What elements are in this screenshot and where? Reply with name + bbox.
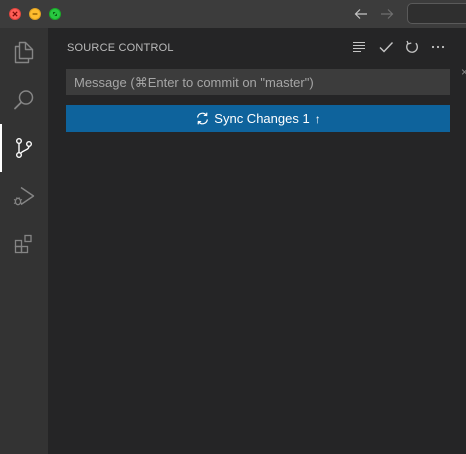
close-icon (12, 11, 18, 17)
activity-explorer[interactable] (0, 28, 48, 76)
panel-title: SOURCE CONTROL (67, 42, 174, 54)
view-as-tree-icon (353, 41, 365, 53)
window-maximize-button[interactable] (49, 8, 61, 20)
refresh-icon (406, 40, 418, 53)
arrow-right-icon (381, 9, 394, 19)
extensions-icon (14, 234, 32, 254)
close-icon[interactable]: × (461, 66, 466, 78)
fullscreen-icon (53, 12, 57, 16)
activity-extensions[interactable] (0, 220, 48, 268)
files-icon (14, 41, 34, 64)
run-debug-icon (13, 186, 35, 206)
sync-changes-button[interactable]: Sync Changes 1 ↑ (66, 105, 450, 132)
nav-forward-button[interactable] (378, 5, 396, 23)
activity-bar (0, 28, 48, 454)
view-as-tree-button[interactable] (350, 38, 368, 56)
commit-message-input[interactable] (66, 69, 450, 95)
activity-source-control[interactable] (0, 124, 48, 172)
check-icon (379, 42, 394, 53)
sync-icon (197, 112, 209, 125)
window-close-button[interactable] (9, 8, 21, 20)
source-control-panel: SOURCE CONTROL × Sync Changes 1 ↑ (48, 28, 466, 454)
more-icon (431, 45, 445, 49)
source-control-icon (15, 138, 32, 159)
search-icon (14, 90, 34, 110)
more-actions-button[interactable] (429, 38, 447, 56)
sync-changes-label: Sync Changes 1 (214, 111, 310, 126)
title-bar (0, 0, 466, 28)
arrow-left-icon (354, 9, 367, 19)
window-minimize-button[interactable] (29, 8, 41, 20)
arrow-up-icon: ↑ (314, 111, 321, 126)
minimize-icon (32, 13, 38, 15)
activity-run-debug[interactable] (0, 172, 48, 220)
nav-back-button[interactable] (352, 5, 370, 23)
command-center[interactable] (407, 3, 466, 24)
activity-search[interactable] (0, 76, 48, 124)
commit-button[interactable] (377, 38, 395, 56)
refresh-button[interactable] (403, 38, 421, 56)
